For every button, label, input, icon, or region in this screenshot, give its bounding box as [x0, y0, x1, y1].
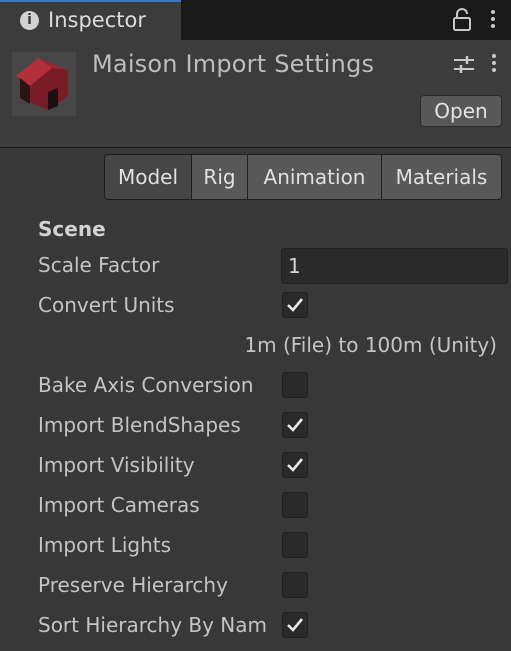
bake-axis-conversion-label: Bake Axis Conversion	[38, 373, 254, 397]
units-conversion-note: 1m (File) to 100m (Unity)	[244, 333, 497, 357]
tab-model[interactable]: Model	[104, 154, 192, 200]
sort-hierarchy-label: Sort Hierarchy By Nam	[38, 613, 267, 637]
checkmark-icon	[287, 618, 304, 632]
import-tabs: Model Rig Animation Materials	[104, 154, 502, 200]
model-thumbnail	[12, 52, 76, 116]
tab-bar: i Inspector	[0, 0, 511, 40]
section-scene-title: Scene	[38, 217, 106, 241]
header-more-icon[interactable]	[492, 54, 498, 72]
tab-label: Inspector	[48, 8, 146, 32]
scale-factor-label: Scale Factor	[38, 253, 160, 277]
asset-header: Maison Import Settings Open	[0, 40, 511, 148]
tab-materials[interactable]: Materials	[381, 154, 502, 200]
open-button[interactable]: Open	[420, 95, 502, 127]
import-visibility-label: Import Visibility	[38, 453, 195, 477]
more-options-icon[interactable]	[491, 10, 497, 28]
tab-rig[interactable]: Rig	[191, 154, 248, 200]
info-icon: i	[20, 11, 39, 30]
scale-factor-input[interactable]: 1	[281, 248, 508, 284]
import-blendshapes-checkbox[interactable]	[282, 412, 308, 438]
checkmark-icon	[287, 458, 304, 472]
sliders-icon[interactable]	[452, 54, 476, 76]
import-cameras-checkbox[interactable]	[282, 492, 308, 518]
preserve-hierarchy-label: Preserve Hierarchy	[38, 573, 228, 597]
import-cameras-label: Import Cameras	[38, 493, 200, 517]
tab-animation[interactable]: Animation	[247, 154, 382, 200]
checkmark-icon	[287, 418, 304, 432]
sort-hierarchy-checkbox[interactable]	[282, 612, 308, 638]
import-lights-label: Import Lights	[38, 533, 172, 557]
convert-units-label: Convert Units	[38, 293, 175, 317]
page-title: Maison Import Settings	[92, 50, 375, 78]
preserve-hierarchy-checkbox[interactable]	[282, 572, 308, 598]
import-visibility-checkbox[interactable]	[282, 452, 308, 478]
import-lights-checkbox[interactable]	[282, 532, 308, 558]
bake-axis-conversion-checkbox[interactable]	[282, 372, 308, 398]
import-blendshapes-label: Import BlendShapes	[38, 413, 241, 437]
convert-units-checkbox[interactable]	[282, 292, 308, 318]
inspector-tab[interactable]: i Inspector	[0, 0, 181, 40]
checkmark-icon	[287, 298, 304, 312]
lock-icon[interactable]	[451, 8, 473, 32]
